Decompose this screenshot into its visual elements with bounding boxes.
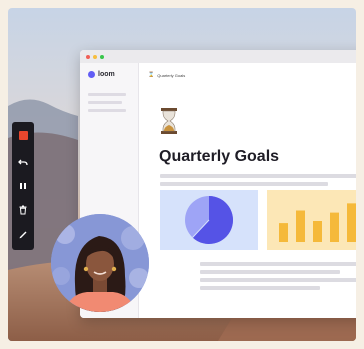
bar-chart-card: [267, 190, 356, 250]
delete-button[interactable]: [15, 202, 31, 218]
pie-chart-card: [160, 190, 258, 250]
hourglass-icon: [161, 108, 177, 134]
pause-button[interactable]: [15, 178, 31, 194]
record-icon: [18, 130, 28, 140]
window-titlebar: [80, 50, 356, 63]
document-title: Quarterly Goals: [159, 148, 280, 165]
loom-logo[interactable]: loom: [88, 71, 115, 78]
pause-icon: [20, 183, 26, 189]
text-line: [200, 278, 356, 282]
record-button[interactable]: [15, 127, 31, 143]
presenter-video: [51, 214, 149, 312]
bar-chart: [279, 203, 356, 242]
bar: [347, 203, 356, 242]
minimize-window-dot[interactable]: [93, 54, 97, 59]
screen-frame: loom ⌛ Quarterly Goals Quarterly Goals: [8, 8, 356, 341]
page-icon: ⌛: [148, 72, 155, 78]
text-line: [200, 262, 356, 266]
close-window-dot[interactable]: [86, 54, 90, 59]
undo-button[interactable]: [15, 154, 31, 170]
brand-name: loom: [98, 71, 115, 78]
sidebar-item[interactable]: [88, 93, 126, 96]
bar: [296, 210, 305, 242]
camera-bubble[interactable]: [51, 214, 149, 312]
text-line: [200, 286, 320, 290]
sidebar-item[interactable]: [88, 109, 126, 112]
text-line: [160, 182, 328, 186]
maximize-window-dot[interactable]: [100, 54, 104, 59]
pen-icon: [19, 231, 27, 239]
bar: [279, 223, 288, 242]
trash-icon: [19, 205, 27, 215]
draw-button[interactable]: [15, 226, 31, 242]
loom-logo-icon: [88, 71, 95, 78]
text-line: [160, 174, 356, 178]
sidebar-item[interactable]: [88, 101, 122, 104]
text-line: [200, 270, 340, 274]
bar: [313, 221, 322, 242]
breadcrumb[interactable]: ⌛ Quarterly Goals: [148, 72, 185, 78]
recording-toolbar: [12, 122, 34, 250]
pie-chart: [185, 196, 233, 244]
breadcrumb-label: Quarterly Goals: [157, 72, 186, 78]
undo-icon: [18, 159, 28, 166]
bar: [330, 212, 339, 242]
